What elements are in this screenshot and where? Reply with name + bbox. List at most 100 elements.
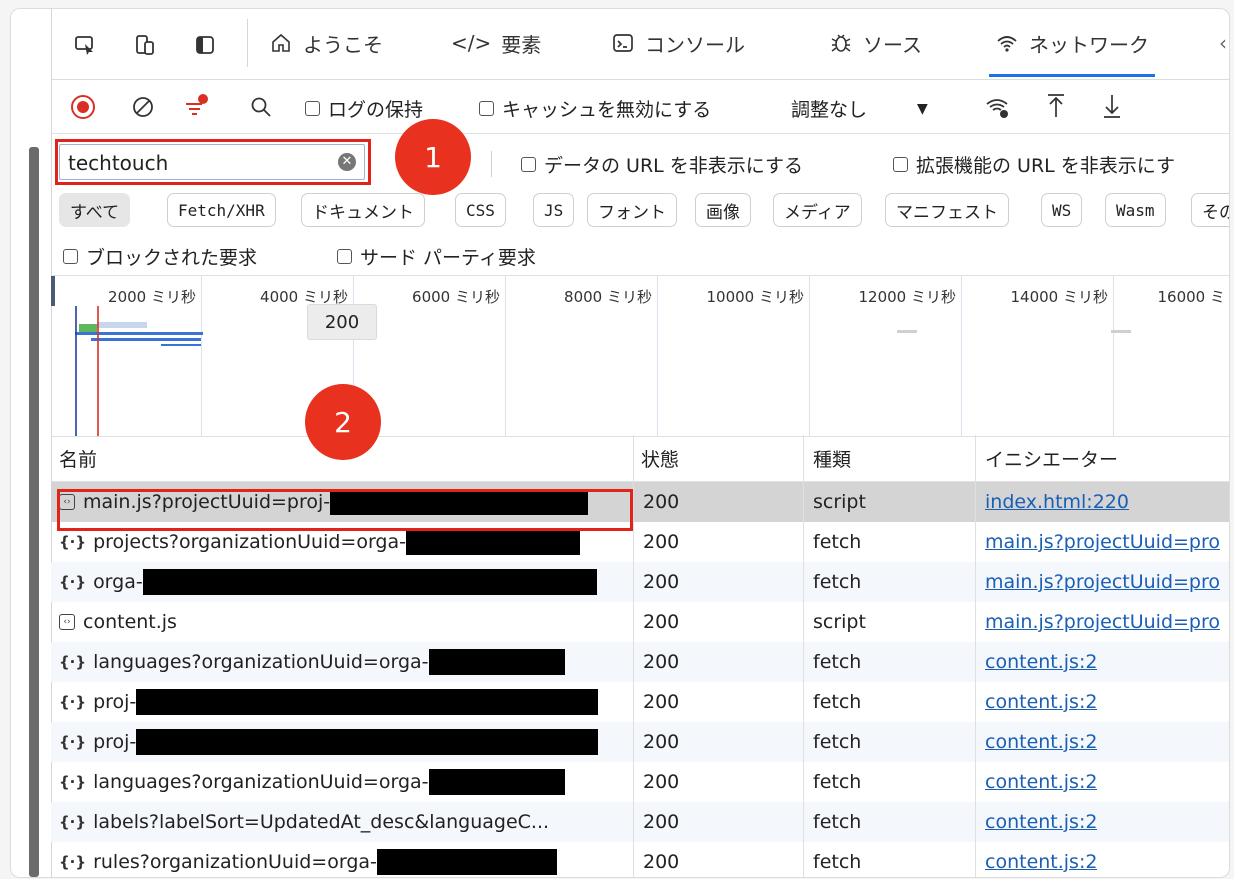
- request-name: orga-: [93, 571, 143, 593]
- initiator-link[interactable]: content.js:2: [985, 691, 1097, 713]
- hide-data-urls-label: データの URL を非表示にする: [544, 155, 803, 177]
- redaction: [136, 689, 599, 715]
- filter-separator: [491, 151, 492, 177]
- type-filter-ws[interactable]: WS: [1041, 193, 1083, 227]
- third-party-checkbox[interactable]: サード パーティ要求: [337, 243, 536, 270]
- type-filter-other[interactable]: その: [1191, 193, 1229, 227]
- table-row[interactable]: {·} proj- 200 fetch content.js:2: [51, 682, 1229, 722]
- fetch-icon: {·}: [59, 653, 87, 671]
- cell-initiator: content.js:2: [985, 682, 1097, 722]
- type-filter-all[interactable]: すべて: [59, 193, 131, 227]
- import-har-icon[interactable]: [1043, 91, 1069, 121]
- devtools-window: ようこそ </> 要素 コンソール ソース ネットワーク ‹ ログの保持 キャッ…: [10, 8, 1230, 878]
- tab-network[interactable]: ネットワーク: [989, 9, 1155, 77]
- tab-label: ようこそ: [303, 32, 383, 57]
- checkbox-box[interactable]: [479, 101, 494, 116]
- initiator-link[interactable]: content.js:2: [985, 771, 1097, 793]
- initiator-link[interactable]: content.js:2: [985, 851, 1097, 873]
- cell-initiator: content.js:2: [985, 642, 1097, 682]
- type-filter-manifest[interactable]: マニフェスト: [885, 193, 1009, 227]
- initiator-link[interactable]: main.js?projectUuid=pro: [985, 571, 1220, 593]
- initiator-link[interactable]: main.js?projectUuid=pro: [985, 531, 1220, 553]
- network-toolbar: ログの保持 キャッシュを無効にする 調整なし ▼: [51, 81, 1229, 134]
- checkbox-box[interactable]: [893, 157, 908, 172]
- initiator-link[interactable]: main.js?projectUuid=pro: [985, 611, 1220, 633]
- checkbox-box[interactable]: [63, 249, 78, 264]
- cell-status: 200: [643, 851, 680, 873]
- table-row[interactable]: ‹› content.js 200 script main.js?projectU…: [51, 602, 1229, 642]
- column-divider[interactable]: [975, 435, 976, 877]
- fetch-icon: {·}: [59, 853, 87, 871]
- tab-label: コンソール: [645, 32, 745, 57]
- table-row[interactable]: {·} languages?organizationUuid=orga- 200 …: [51, 642, 1229, 682]
- throttling-select[interactable]: 調整なし ▼: [791, 95, 928, 122]
- type-filter-fetch-xhr[interactable]: Fetch/XHR: [167, 193, 276, 227]
- blocked-requests-checkbox[interactable]: ブロックされた要求: [63, 243, 257, 270]
- dock-icon[interactable]: [189, 29, 221, 61]
- table-row[interactable]: {·} orga- 200 fetch main.js?projectUuid=p…: [51, 562, 1229, 602]
- column-header-type[interactable]: 種類: [813, 435, 851, 481]
- cell-initiator: content.js:2: [985, 842, 1097, 877]
- type-filter-document[interactable]: ドキュメント: [301, 193, 425, 227]
- type-filter-wasm[interactable]: Wasm: [1105, 193, 1166, 227]
- cell-name: {·} orga-: [59, 562, 597, 602]
- type-filter-image[interactable]: 画像: [695, 193, 751, 227]
- export-har-icon[interactable]: [1099, 91, 1125, 121]
- preserve-log-checkbox[interactable]: ログの保持: [305, 95, 423, 122]
- table-row[interactable]: {·} proj- 200 fetch content.js:2: [51, 722, 1229, 762]
- disable-cache-checkbox[interactable]: キャッシュを無効にする: [479, 95, 711, 122]
- tab-sources[interactable]: ソース: [829, 9, 922, 77]
- redaction: [376, 849, 557, 875]
- type-filter-css[interactable]: CSS: [455, 193, 506, 227]
- tab-welcome[interactable]: ようこそ: [269, 9, 383, 77]
- initiator-link[interactable]: content.js:2: [985, 731, 1097, 753]
- request-name: labels?labelSort=UpdatedAt_desc&language…: [93, 811, 550, 833]
- initiator-link[interactable]: content.js:2: [985, 811, 1097, 833]
- initiator-link[interactable]: index.html:220: [985, 491, 1129, 513]
- checkbox-box[interactable]: [305, 101, 320, 116]
- timeline-overview[interactable]: 2000 ミリ秒 4000 ミリ秒 6000 ミリ秒 8000 ミリ秒 1000…: [51, 275, 1229, 460]
- hide-data-urls-checkbox[interactable]: データの URL を非表示にする: [521, 151, 803, 178]
- column-header-name[interactable]: 名前: [59, 435, 97, 481]
- hide-extension-urls-checkbox[interactable]: 拡張機能の URL を非表示にす: [893, 151, 1175, 178]
- device-emulation-icon[interactable]: [129, 29, 161, 61]
- type-filter-font[interactable]: フォント: [587, 193, 677, 227]
- filter-icon[interactable]: [181, 91, 213, 121]
- table-row[interactable]: {·} languages?organizationUuid=orga- 200 …: [51, 762, 1229, 802]
- record-icon[interactable]: [69, 93, 97, 121]
- column-header-initiator[interactable]: イニシエーター: [985, 435, 1118, 481]
- cell-name: {·} rules?organizationUuid=orga-: [59, 842, 557, 877]
- cell-status: 200: [643, 491, 680, 513]
- initiator-link[interactable]: content.js:2: [985, 651, 1097, 673]
- type-filter-media[interactable]: メディア: [773, 193, 862, 227]
- cell-type: fetch: [813, 691, 862, 713]
- column-divider[interactable]: [633, 435, 634, 877]
- column-divider[interactable]: [803, 435, 804, 877]
- redaction: [406, 529, 580, 555]
- code-tag-icon: </>: [451, 31, 492, 55]
- annotation-badge-1: 1: [395, 119, 471, 195]
- table-row[interactable]: {·} labels?labelSort=UpdatedAt_desc&langu…: [51, 802, 1229, 842]
- timeline-tooltip: 200: [307, 304, 377, 340]
- tab-overflow-chevron-icon[interactable]: ‹: [1219, 9, 1227, 77]
- request-name: rules?organizationUuid=orga-: [93, 851, 377, 873]
- checkbox-box[interactable]: [337, 249, 352, 264]
- column-header-status[interactable]: 状態: [641, 435, 679, 481]
- tab-console[interactable]: コンソール: [611, 9, 745, 77]
- cell-status: 200: [643, 571, 680, 593]
- type-filter-js[interactable]: JS: [533, 193, 575, 227]
- resource-type-filters: すべて Fetch/XHR ドキュメント CSS JS フォント 画像 メディア…: [51, 193, 1229, 233]
- tab-label: 要素: [501, 32, 542, 57]
- inspect-icon[interactable]: [69, 29, 101, 61]
- search-icon[interactable]: [247, 93, 275, 121]
- clear-icon[interactable]: [129, 93, 157, 121]
- checkbox-box[interactable]: [521, 157, 536, 172]
- network-conditions-icon[interactable]: [983, 93, 1013, 121]
- bug-icon: [829, 31, 853, 55]
- left-scrollbar[interactable]: [29, 147, 39, 877]
- cell-initiator: main.js?projectUuid=pro: [985, 522, 1229, 562]
- table-row[interactable]: {·} rules?organizationUuid=orga- 200 fetc…: [51, 842, 1229, 877]
- tab-elements[interactable]: </> 要素: [451, 9, 541, 77]
- request-filters: ブロックされた要求 サード パーティ要求: [51, 237, 1229, 273]
- cell-type: fetch: [813, 811, 862, 833]
